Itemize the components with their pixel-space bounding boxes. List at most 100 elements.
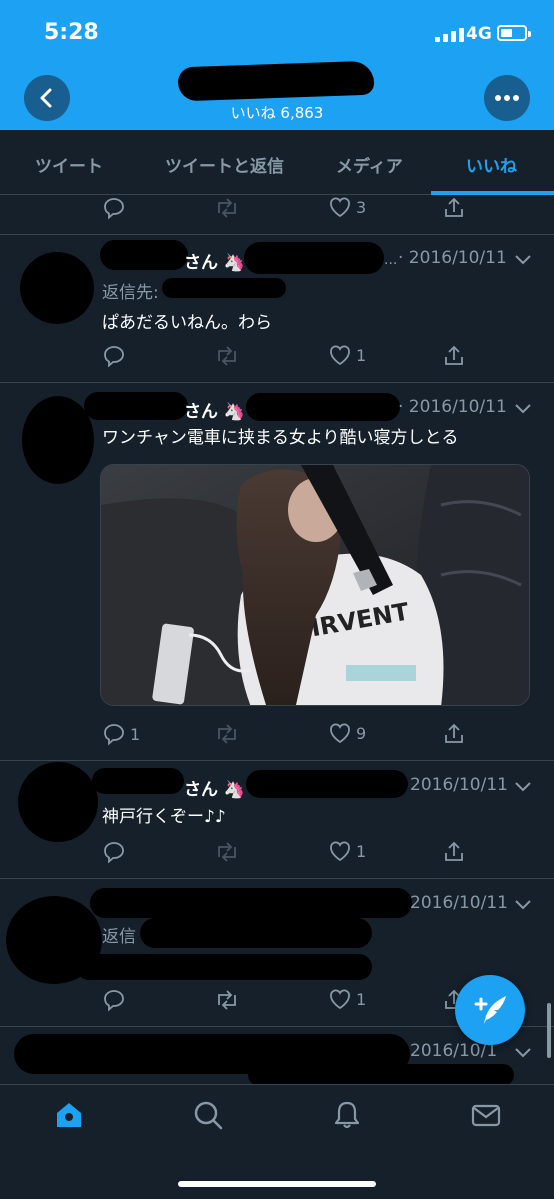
profile-header: 5:28 4G いいね 6,863 bbox=[0, 0, 554, 130]
like-count: 9 bbox=[356, 723, 367, 743]
share-icon bbox=[445, 723, 463, 743]
like-count: 1 bbox=[356, 345, 367, 365]
share-icon bbox=[445, 841, 463, 861]
tweet-divider bbox=[0, 878, 554, 879]
tweet-text: ぱあだるいねん。わら bbox=[102, 313, 272, 333]
like-button[interactable]: 9 bbox=[328, 722, 366, 744]
redacted-tweet-text bbox=[76, 954, 372, 980]
redacted-tweet-text bbox=[248, 1064, 514, 1084]
chevron-down-icon[interactable] bbox=[514, 899, 532, 911]
tweet-actions: 1 9 bbox=[100, 722, 480, 752]
compose-tweet-button[interactable] bbox=[455, 975, 525, 1045]
retweet-icon bbox=[218, 990, 236, 1010]
redacted-handle bbox=[246, 393, 400, 421]
chevron-down-icon[interactable] bbox=[514, 254, 532, 266]
retweet-button[interactable] bbox=[214, 722, 240, 746]
retweet-icon bbox=[218, 346, 236, 366]
heart-icon bbox=[330, 345, 350, 366]
nav-home[interactable] bbox=[51, 1097, 87, 1133]
chevron-down-icon[interactable] bbox=[514, 781, 532, 793]
status-time: 5:28 bbox=[44, 20, 99, 45]
tweet-date: 2016/10/11 bbox=[410, 775, 508, 795]
more-options-button[interactable] bbox=[484, 75, 530, 121]
heart-icon bbox=[330, 989, 350, 1010]
messages-envelope-icon bbox=[471, 1104, 501, 1127]
likes-feed[interactable]: 3 さん 🦄 ... · 2016/10/11 返信先: ぱあだるいねん。わら … bbox=[0, 196, 554, 1084]
tweet-actions: 1 bbox=[100, 344, 480, 374]
share-icon bbox=[445, 345, 463, 365]
redacted-display-name bbox=[100, 240, 188, 270]
tab-likes[interactable]: いいね bbox=[466, 152, 517, 177]
tweet-date: · 2016/10/11 bbox=[398, 248, 507, 268]
like-button[interactable]: 1 bbox=[328, 344, 366, 366]
reply-button[interactable] bbox=[102, 988, 126, 1012]
reply-button[interactable] bbox=[102, 840, 126, 864]
retweet-icon bbox=[218, 842, 236, 862]
redacted-avatar bbox=[20, 252, 94, 324]
chevron-down-icon[interactable] bbox=[514, 1047, 532, 1059]
redacted-username bbox=[177, 60, 375, 102]
redacted-handle bbox=[246, 770, 408, 798]
like-button[interactable]: 1 bbox=[328, 840, 366, 862]
status-bar: 5:28 4G bbox=[0, 18, 554, 48]
share-button[interactable] bbox=[442, 196, 466, 220]
reply-count: 1 bbox=[130, 724, 141, 744]
like-button[interactable]: 1 bbox=[328, 988, 366, 1010]
network-type: 4G bbox=[466, 24, 492, 44]
nav-messages[interactable] bbox=[468, 1097, 504, 1133]
like-button[interactable]: 3 bbox=[328, 196, 366, 218]
tweet-actions: 3 bbox=[100, 196, 480, 226]
nav-search[interactable] bbox=[190, 1097, 226, 1133]
home-icon bbox=[57, 1103, 81, 1127]
redacted-display-name bbox=[92, 768, 184, 794]
tweet-actions: 1 bbox=[100, 988, 480, 1018]
redacted-avatar bbox=[18, 762, 98, 842]
share-button[interactable] bbox=[442, 722, 466, 746]
more-horizontal-icon bbox=[495, 95, 519, 101]
retweet-button[interactable] bbox=[214, 196, 240, 220]
reply-button[interactable] bbox=[102, 344, 126, 368]
share-button[interactable] bbox=[442, 840, 466, 864]
header-likes-count: いいね 6,863 bbox=[230, 104, 324, 122]
reply-icon bbox=[104, 724, 124, 746]
scrollbar[interactable] bbox=[547, 1003, 551, 1058]
like-count: 1 bbox=[356, 989, 367, 1009]
share-button[interactable] bbox=[442, 344, 466, 368]
tab-tweets[interactable]: ツイート bbox=[35, 152, 103, 177]
tab-tweets-and-replies[interactable]: ツイートと返信 bbox=[165, 152, 284, 177]
share-icon bbox=[445, 197, 463, 217]
redacted-reply-handle bbox=[140, 918, 372, 948]
search-icon bbox=[194, 1101, 223, 1130]
retweet-button[interactable] bbox=[214, 344, 240, 368]
nav-notifications[interactable] bbox=[329, 1097, 365, 1133]
redacted-avatar bbox=[22, 396, 94, 484]
redacted-handle bbox=[244, 242, 384, 274]
cellular-signal-icon bbox=[435, 28, 464, 42]
tweet-date: 2016/10/11 bbox=[410, 893, 508, 913]
tab-media[interactable]: メディア bbox=[336, 152, 403, 177]
retweet-button[interactable] bbox=[214, 988, 240, 1012]
tweet-divider bbox=[0, 382, 554, 383]
chevron-down-icon[interactable] bbox=[514, 403, 532, 415]
retweet-button[interactable] bbox=[214, 840, 240, 864]
battery-icon bbox=[497, 25, 531, 41]
truncation-ellipsis: ... bbox=[384, 252, 398, 268]
reply-to-label: 返信先: bbox=[102, 283, 159, 303]
tweet-media-image[interactable]: DIRVENT bbox=[100, 464, 530, 706]
display-name-suffix: さん 🦄 bbox=[184, 402, 246, 422]
like-count: 1 bbox=[356, 841, 367, 861]
tweet-divider bbox=[0, 234, 554, 235]
reply-to-label: 返信 bbox=[102, 927, 136, 947]
heart-icon bbox=[330, 197, 350, 218]
compose-feather-icon bbox=[474, 996, 506, 1024]
display-name-suffix: さん 🦄 bbox=[184, 780, 246, 800]
reply-button[interactable] bbox=[102, 196, 126, 220]
retweet-icon bbox=[218, 198, 236, 218]
notifications-bell-icon bbox=[334, 1101, 360, 1129]
photo-illustration: DIRVENT bbox=[101, 465, 529, 705]
reply-button[interactable]: 1 bbox=[102, 722, 140, 746]
tweet-actions: 1 bbox=[100, 840, 480, 870]
home-indicator bbox=[178, 1181, 376, 1187]
like-count: 3 bbox=[356, 197, 367, 217]
tweet-text: ワンチャン電車に挟まる女より酷い寝方しとる bbox=[102, 428, 459, 448]
